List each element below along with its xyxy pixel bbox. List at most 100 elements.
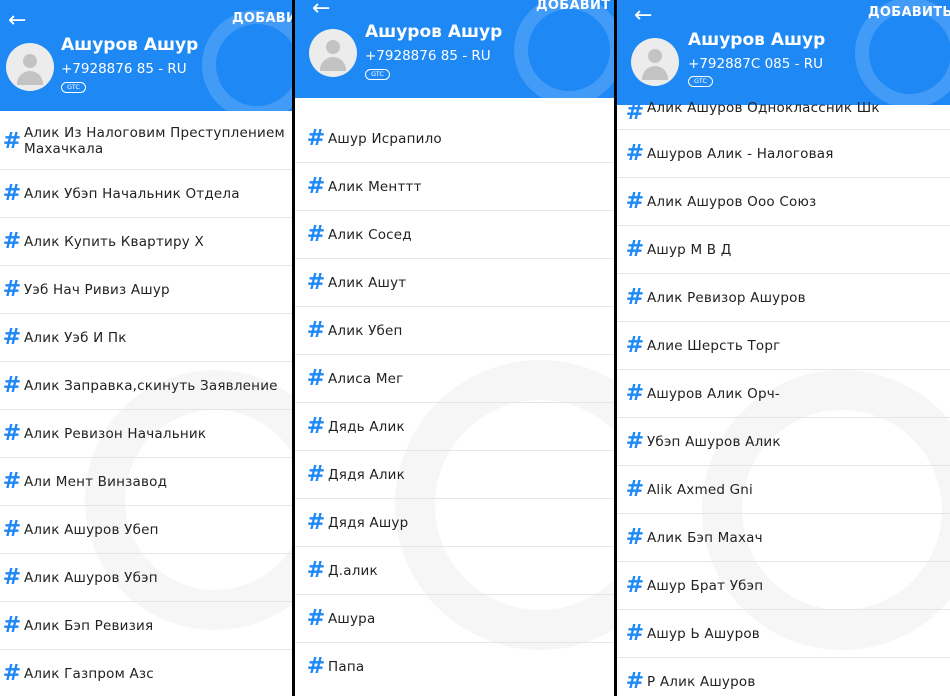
hash-icon: # <box>2 229 22 254</box>
hash-icon: # <box>306 414 326 439</box>
arrow-left-icon[interactable]: ← <box>312 0 330 20</box>
contact-header: ← ДОБАВИТЬ Ашуров Ашур +792887С 085 - RU… <box>617 0 950 105</box>
add-button[interactable]: ДОБАВИ <box>232 11 292 26</box>
tag-list: # Алик Из Налоговим Преступлением Махачка… <box>0 113 292 696</box>
tag-label: Алик Купить Квартиру Х <box>24 233 204 250</box>
tag-label: Алик Ревизон Начальник <box>24 425 207 442</box>
list-item[interactable]: # Ашур Исрапило <box>295 115 614 163</box>
tag-label: Алик Сосед <box>328 226 412 243</box>
list-item[interactable]: # Алик Ашуров Одноклассник Шк <box>617 98 950 130</box>
tag-label: Папа <box>328 658 365 675</box>
contact-phone: +7928876 85 - RU <box>61 61 187 77</box>
hash-icon: # <box>2 181 22 206</box>
screenshot-panel-2: ← ДОБАВИТ Ашуров Ашур +7928876 85 - RU G… <box>295 0 614 696</box>
list-item[interactable]: # Алик Бэп Ревизия <box>0 602 292 650</box>
tag-label: Али Мент Винзавод <box>24 473 168 490</box>
system-navbar <box>295 686 614 696</box>
screenshot-panel-1: ← ДОБАВИ Ашуров Ашур +7928876 85 - RU GT… <box>0 0 292 696</box>
hash-icon: # <box>306 606 326 631</box>
contact-header: ← ДОБАВИ Ашуров Ашур +7928876 85 - RU GT… <box>0 0 292 111</box>
list-item[interactable]: # Дядя Ашур <box>295 499 614 547</box>
tag-label: Алик Убеп <box>328 322 403 339</box>
hash-icon: # <box>306 174 326 199</box>
list-item[interactable]: # Ашуров Алик Орч- <box>617 370 950 418</box>
list-item[interactable]: # Алие Шерсть Торг <box>617 322 950 370</box>
contact-name: Ашуров Ашур <box>688 30 826 50</box>
list-item[interactable]: # Алик Сосед <box>295 211 614 259</box>
add-button[interactable]: ДОБАВИТ <box>536 0 610 13</box>
arrow-left-icon[interactable]: ← <box>634 5 652 27</box>
tag-label: Ашура <box>328 610 376 627</box>
list-item[interactable]: # Уэб Нач Ривиз Ашур <box>0 266 292 314</box>
tag-list: # Алик Ашуров Одноклассник Шк # Ашуров Али… <box>617 98 950 696</box>
list-item[interactable]: # Алик Уэб И Пк <box>0 314 292 362</box>
phone-watermark-icon <box>514 0 614 98</box>
list-item[interactable]: # Алиса Мег <box>295 355 614 403</box>
list-item[interactable]: # Ашура <box>295 595 614 643</box>
list-item[interactable]: # Убэп Ашуров Алик <box>617 418 950 466</box>
list-item[interactable]: # Папа <box>295 643 614 691</box>
hash-icon: # <box>625 285 645 310</box>
hash-icon: # <box>306 366 326 391</box>
tag-label: Дядя Алик <box>328 466 406 483</box>
list-item[interactable]: # Alik Axmed Gni <box>617 466 950 514</box>
tag-label: Ашуров Алик Орч- <box>647 385 780 402</box>
tag-label: Алик Уэб И Пк <box>24 329 127 346</box>
hash-icon: # <box>306 222 326 247</box>
hash-icon: # <box>306 558 326 583</box>
list-item[interactable]: # Алик Газпром Азс <box>0 650 292 696</box>
tag-label: Уэб Нач Ривиз Ашур <box>24 281 170 298</box>
list-item[interactable]: # Али Мент Винзавод <box>0 458 292 506</box>
hash-icon: # <box>2 661 22 686</box>
list-item[interactable]: # Алик Менттт <box>295 163 614 211</box>
hash-icon: # <box>625 573 645 598</box>
list-item[interactable]: # Дядя Алик <box>295 451 614 499</box>
hash-icon: # <box>625 333 645 358</box>
list-item[interactable]: # Р Алик Ашуров <box>617 658 950 696</box>
hash-icon: # <box>625 237 645 262</box>
hash-icon: # <box>625 100 645 125</box>
list-item[interactable]: # Алик Ревизор Ашуров <box>617 274 950 322</box>
list-item[interactable]: # Дядь Алик <box>295 403 614 451</box>
hash-icon: # <box>306 510 326 535</box>
list-item[interactable]: # Алик Ашут <box>295 259 614 307</box>
list-item[interactable]: # Ашур М В Д <box>617 226 950 274</box>
hash-icon: # <box>625 621 645 646</box>
arrow-left-icon[interactable]: ← <box>8 10 26 32</box>
hash-icon: # <box>625 141 645 166</box>
hash-icon: # <box>2 469 22 494</box>
list-item[interactable]: # Алик Ашуров Ооо Союз <box>617 178 950 226</box>
hash-icon: # <box>306 126 326 151</box>
hash-icon: # <box>625 477 645 502</box>
list-item[interactable]: # Алик Бэп Махач <box>617 514 950 562</box>
list-item[interactable]: # Алик Из Налоговим Преступлением Махачка… <box>0 113 292 170</box>
tag-label: Р Алик Ашуров <box>647 673 756 690</box>
operator-badge: GTC <box>365 69 390 80</box>
tag-label: Алик Ашуров Ооо Союз <box>647 193 817 210</box>
hash-icon: # <box>625 381 645 406</box>
list-item[interactable]: # Алик Купить Квартиру Х <box>0 218 292 266</box>
tag-label: Алик Ревизор Ашуров <box>647 289 806 306</box>
list-item[interactable]: # Ашуров Алик - Налоговая <box>617 130 950 178</box>
tag-label: Алик Ашут <box>328 274 407 291</box>
person-icon <box>309 29 357 77</box>
list-item[interactable]: # Алик Ашуров Убеп <box>0 506 292 554</box>
list-item[interactable]: # Алик Убеп <box>295 307 614 355</box>
list-item[interactable]: # Д.алик <box>295 547 614 595</box>
tag-label: Ашур Исрапило <box>328 130 442 147</box>
tag-label: Алик Газпром Азс <box>24 665 154 682</box>
list-item[interactable]: # Алик Убэп Начальник Отдела <box>0 170 292 218</box>
list-item[interactable]: # Алик Ашуров Убэп <box>0 554 292 602</box>
list-item[interactable]: # Ашур Ь Ашуров <box>617 610 950 658</box>
tag-list: # Ашур Исрапило # Алик Менттт # Алик Сосед … <box>295 115 614 691</box>
list-item[interactable]: # Ашур Брат Убэп <box>617 562 950 610</box>
hash-icon: # <box>2 517 22 542</box>
list-item[interactable]: # Алик Заправка,скинуть Заявление <box>0 362 292 410</box>
add-button[interactable]: ДОБАВИТЬ <box>868 5 950 20</box>
tag-label: Ашур Брат Убэп <box>647 577 764 594</box>
tag-label: Алик Бэп Махач <box>647 529 763 546</box>
contact-phone: +7928876 85 - RU <box>365 48 491 64</box>
hash-icon: # <box>2 373 22 398</box>
list-item[interactable]: # Алик Ревизон Начальник <box>0 410 292 458</box>
tag-label: Алик Заправка,скинуть Заявление <box>24 377 278 394</box>
